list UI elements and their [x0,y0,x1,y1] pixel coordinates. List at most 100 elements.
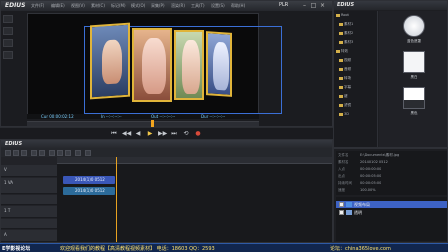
menu-clip[interactable]: 素材(C) [91,3,105,9]
player-titlebar: EDIUS 文件(F) 编辑(E) 视图(V) 素材(C) 标记(M) 模式(O… [1,1,332,11]
timeline-toolbar [1,149,332,157]
track-header-1va[interactable]: 1 VA [1,178,57,194]
clip-info-list: 文件名 E:\Documents\素材.jpg 素材名 20140102 0512 … [336,151,447,195]
tree-item[interactable]: 素材3 [339,40,353,45]
photo-panel-1 [90,22,130,100]
preview-viewer[interactable] [27,13,282,115]
folder-icon [339,31,343,35]
tree-item[interactable]: 滤镜 [339,103,351,108]
folder-icon [339,67,343,71]
minimize-icon[interactable]: – [301,2,308,9]
menu-file[interactable]: 文件(F) [31,3,44,9]
cut-icon[interactable] [49,150,55,156]
output-icon[interactable] [3,39,13,47]
banner-message: 欢迎观看我们的教程【高清教程视频素材】 电话：18603 QQ：2593 [60,246,215,252]
timeline-playhead[interactable] [116,157,117,242]
menu-render[interactable]: 渲染(R) [171,3,185,9]
duration-timecode: Dur --:--:--:-- [201,114,226,119]
undo-icon[interactable] [31,150,37,156]
menu-tools[interactable]: 工具(T) [191,3,205,9]
record-icon[interactable]: ● [194,130,202,138]
redo-icon[interactable] [39,150,45,156]
play-icon[interactable]: ▶ [146,130,154,138]
menu-edit[interactable]: 编辑(E) [51,3,65,9]
thumb-black[interactable] [403,87,425,109]
photo-panel-2 [132,28,172,102]
paste-icon[interactable] [65,150,71,156]
player-mode-label: PLR [279,2,289,8]
loop-icon[interactable]: ⟲ [182,130,190,138]
tree-item[interactable]: 视频 [339,58,351,63]
layer-row-transparent[interactable]: 透明 [336,209,447,216]
thumb-color-matte[interactable] [403,15,425,37]
clip-video-1[interactable]: 2014(1)0 0512 [63,176,115,184]
tree-item[interactable]: 素材2 [339,31,353,36]
info-window: 文件名 E:\Documents\素材.jpg 素材名 20140102 0512 … [333,148,448,243]
delete-icon[interactable] [75,150,81,156]
timeline-ruler[interactable] [57,157,332,164]
tree-item[interactable]: 字幕 [339,85,351,90]
go-end-icon[interactable]: ⏭ [170,130,178,138]
thumb-label: 蓝色遮罩 [407,39,421,43]
thumb-label: 黑色 [410,111,418,115]
video-layout-icon [346,202,352,207]
input-icon[interactable] [3,27,13,35]
save-icon[interactable] [21,150,27,156]
safe-area-icon[interactable] [3,51,13,59]
open-icon[interactable] [13,150,19,156]
track-header-1t[interactable]: 1 T [1,206,57,218]
tree-item[interactable]: Root [336,13,349,17]
folder-icon [339,85,343,89]
info-row: 出点 00:00:05:00 [338,174,382,178]
current-timecode: Cur 00:00:02:12 [41,114,74,119]
fast-forward-icon[interactable]: ▶▶ [158,130,167,138]
window-controls: – □ × [301,2,329,9]
tree-item[interactable]: 3D [339,112,349,116]
info-row: 持续时间 00:00:05:00 [338,181,382,185]
playhead-handle[interactable] [151,120,154,127]
tree-item[interactable]: 素材1 [339,22,353,27]
tree-item[interactable]: 音频 [339,67,351,72]
menu-settings[interactable]: 设置(S) [211,3,225,9]
step-back-icon[interactable]: ◀ [134,130,142,138]
info-row: 文件名 E:\Documents\素材.jpg [338,153,400,157]
menu-view[interactable]: 视图(V) [71,3,85,9]
menu-mode[interactable]: 模式(O) [131,3,145,9]
out-timecode: Out --:--:--:-- [151,114,176,119]
track-header-v[interactable]: V [1,165,57,177]
bin-app-logo: EDIUS [337,2,355,8]
timeline-titlebar: EDIUS [1,140,332,149]
layer-checkbox[interactable] [339,202,344,207]
player-window: EDIUS 文件(F) 编辑(E) 视图(V) 素材(C) 标记(M) 模式(O… [0,0,333,127]
layout-icon[interactable] [3,15,13,23]
go-start-icon[interactable]: ⏮ [110,130,118,138]
new-sequence-icon[interactable] [5,150,11,156]
thumb-black-white[interactable] [403,51,425,73]
timeline-app-logo: EDIUS [5,141,23,147]
maximize-icon[interactable]: □ [310,2,317,9]
menu-marker[interactable]: 标记(M) [111,3,126,9]
tree-item[interactable]: 特效 [336,49,348,54]
folder-icon [339,112,343,116]
scrub-bar[interactable] [27,121,259,126]
tree-item[interactable]: 键 [339,94,348,99]
effect-layer-list: 视频布局 透明 [336,197,447,241]
tracks-area[interactable]: 2014(1)0 0512 2014(1)0 0512 [57,164,332,242]
tutorial-banner: E学影视论坛 欢迎观看我们的教程【高清教程视频素材】 电话：18603 QQ：2… [0,243,448,252]
menu-capture[interactable]: 采集(P) [151,3,165,9]
rewind-icon[interactable]: ◀◀ [122,130,131,138]
folder-icon [339,58,343,62]
copy-icon[interactable] [57,150,63,156]
menu-help[interactable]: 帮助(H) [231,3,245,9]
close-icon[interactable]: × [319,2,326,9]
ripple-icon[interactable] [85,150,91,156]
timeline-window: EDIUS V 1 VA 1 T A 2014(1)0 0512 2014(1)… [0,139,333,243]
clip-video-2[interactable]: 2014(1)0 0512 [63,187,115,195]
player-side-toolbar [3,15,15,113]
track-header-a[interactable]: A [1,230,57,242]
folder-icon [339,76,343,80]
tree-item[interactable]: 转场 [339,76,351,81]
layer-checkbox[interactable] [339,210,344,215]
track-header-spacer-2 [1,219,57,229]
layer-row-video-layout[interactable]: 视频布局 [336,201,447,208]
